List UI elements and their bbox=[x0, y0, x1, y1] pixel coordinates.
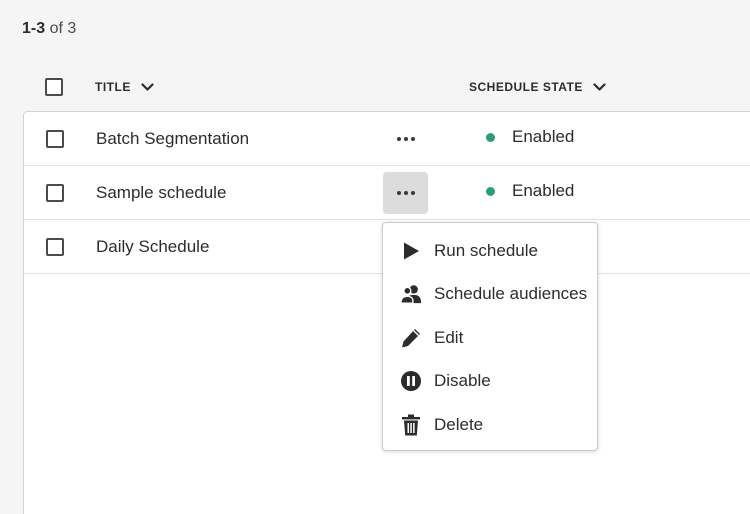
pencil-icon bbox=[400, 327, 422, 349]
select-all-checkbox[interactable] bbox=[45, 78, 63, 96]
status-dot bbox=[486, 132, 495, 142]
results-total: of 3 bbox=[49, 20, 77, 37]
results-range: 1-3 bbox=[22, 20, 46, 37]
row-actions-menu: Run schedule Schedule audiences Edit Dis… bbox=[382, 222, 598, 451]
menu-item-label: Disable bbox=[434, 371, 491, 391]
table-row[interactable]: Sample schedule Enabled bbox=[24, 166, 750, 220]
row-checkbox[interactable] bbox=[46, 184, 64, 202]
row-checkbox[interactable] bbox=[46, 130, 64, 148]
row-title[interactable]: Sample schedule bbox=[96, 183, 226, 203]
row-checkbox[interactable] bbox=[46, 238, 64, 256]
menu-item-run-schedule[interactable]: Run schedule bbox=[383, 229, 597, 273]
menu-item-delete[interactable]: Delete bbox=[383, 403, 597, 447]
menu-item-disable[interactable]: Disable bbox=[383, 360, 597, 404]
chevron-down-icon bbox=[141, 82, 154, 91]
menu-item-label: Edit bbox=[434, 327, 464, 347]
column-header-title[interactable]: TITLE bbox=[95, 80, 154, 94]
table-header: TITLE SCHEDULE STATE bbox=[0, 62, 750, 112]
menu-item-edit[interactable]: Edit bbox=[383, 316, 597, 360]
trash-icon bbox=[400, 414, 422, 436]
more-icon bbox=[396, 137, 415, 141]
play-icon bbox=[400, 240, 422, 262]
users-icon bbox=[400, 283, 422, 305]
column-header-schedule-state[interactable]: SCHEDULE STATE bbox=[469, 80, 606, 94]
menu-item-label: Run schedule bbox=[434, 240, 538, 260]
column-header-title-label: TITLE bbox=[95, 80, 131, 94]
schedule-state: Enabled bbox=[486, 127, 574, 147]
row-title[interactable]: Batch Segmentation bbox=[96, 129, 249, 149]
more-actions-button[interactable] bbox=[383, 118, 428, 160]
more-icon bbox=[396, 191, 415, 195]
schedule-state-label: Enabled bbox=[512, 127, 575, 146]
schedule-state-label: Enabled bbox=[512, 181, 575, 200]
chevron-down-icon bbox=[593, 82, 606, 91]
column-header-schedule-state-label: SCHEDULE STATE bbox=[469, 80, 583, 94]
status-dot bbox=[486, 186, 495, 196]
row-title[interactable]: Daily Schedule bbox=[96, 237, 209, 257]
schedule-state: Enabled bbox=[486, 181, 574, 201]
table-row[interactable]: Batch Segmentation Enabled bbox=[24, 112, 750, 166]
menu-item-label: Delete bbox=[434, 414, 484, 434]
menu-item-schedule-audiences[interactable]: Schedule audiences bbox=[383, 273, 597, 317]
more-actions-button[interactable] bbox=[383, 172, 428, 214]
results-count: 1-3 of 3 bbox=[22, 20, 76, 38]
pause-circle-icon bbox=[400, 370, 422, 392]
menu-item-label: Schedule audiences bbox=[434, 284, 588, 304]
